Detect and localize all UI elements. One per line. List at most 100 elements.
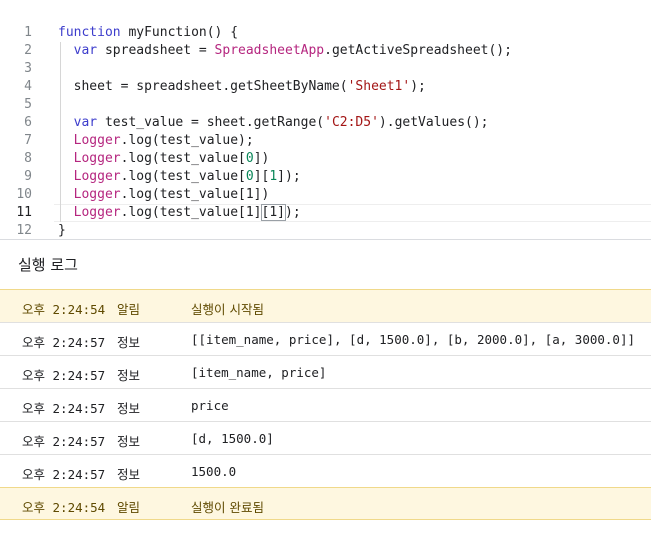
log-level: 알림: [117, 302, 141, 317]
log-message: 1500.0: [191, 464, 237, 479]
code-token: Logger: [73, 133, 121, 148]
code-line[interactable]: 4 sheet = spreadsheet.getSheetByName('Sh…: [0, 78, 651, 96]
log-message: 실행이 완료됨: [191, 500, 264, 515]
code-token: SpreadsheetApp: [214, 43, 325, 58]
code-token: [1]: [260, 204, 287, 221]
log-message: price: [191, 398, 229, 413]
code-text: function myFunction() {: [58, 24, 238, 42]
code-token: }: [58, 223, 66, 238]
code-text: Logger.log(test_value[0][1]);: [58, 168, 301, 186]
code-token: Logger: [73, 205, 121, 220]
code-token: test_value = sheet.getRange(: [97, 115, 325, 130]
code-token: 'C2:D5': [324, 115, 379, 130]
log-level: 정보: [117, 434, 141, 449]
code-line[interactable]: 5: [0, 96, 651, 114]
execution-log-title: 실행 로그: [18, 256, 78, 274]
log-time: 오후 2:24:54: [22, 500, 106, 515]
code-token: ).getValues();: [378, 115, 489, 130]
code-token: .log(test_value[1]): [120, 187, 270, 202]
line-number: 3: [24, 61, 32, 76]
code-token: sheet = spreadsheet.getSheetByName(: [58, 79, 348, 94]
log-time: 오후 2:24:57: [22, 434, 106, 449]
code-token: 1: [269, 169, 278, 184]
code-line[interactable]: 10 Logger.log(test_value[1]): [0, 186, 651, 204]
code-text: sheet = spreadsheet.getSheetByName('Shee…: [58, 78, 426, 96]
log-row: 오후 2:24:54 알림 실행이 시작됨: [0, 289, 651, 322]
line-number: 9: [24, 169, 32, 184]
log-time: 오후 2:24:57: [22, 335, 106, 350]
code-text: Logger.log(test_value[1]): [58, 186, 270, 204]
code-token: var: [73, 115, 98, 130]
log-row: 오후 2:24:57 정보 1500.0: [0, 454, 651, 487]
code-token: );: [285, 205, 301, 220]
line-number: 11: [16, 205, 32, 220]
log-time: 오후 2:24:54: [22, 302, 106, 317]
code-token: Logger: [73, 151, 121, 166]
code-token: ][: [253, 169, 270, 184]
log-time: 오후 2:24:57: [22, 401, 106, 416]
log-row: 오후 2:24:57 정보 [[item_name, price], [d, 150…: [0, 322, 651, 355]
code-line[interactable]: 6 var test_value = sheet.getRange('C2:D5…: [0, 114, 651, 132]
code-line[interactable]: 9 Logger.log(test_value[0][1]);: [0, 168, 651, 186]
code-token: 'Sheet1': [347, 79, 411, 94]
code-editor[interactable]: 1 function myFunction() {2 var spreadshee…: [0, 0, 651, 240]
code-line[interactable]: 1 function myFunction() {: [0, 24, 651, 42]
log-message: [item_name, price]: [191, 365, 327, 380]
code-text: var test_value = sheet.getRange('C2:D5')…: [58, 114, 489, 132]
log-row: 오후 2:24:57 정보 [d, 1500.0]: [0, 421, 651, 454]
code-text: }: [58, 222, 66, 240]
log-level: 정보: [117, 467, 141, 482]
code-token: ]): [253, 151, 270, 166]
log-level: 정보: [117, 335, 141, 350]
code-line[interactable]: 8 Logger.log(test_value[0]): [0, 150, 651, 168]
line-number: 2: [24, 43, 32, 58]
code-token: 0: [245, 169, 254, 184]
code-text: Logger.log(test_value[0]): [58, 150, 270, 168]
code-token: .log(test_value[: [120, 169, 246, 184]
code-line[interactable]: 2 var spreadsheet = SpreadsheetApp.getAc…: [0, 42, 651, 60]
line-number: 7: [24, 133, 32, 148]
log-time: 오후 2:24:57: [22, 368, 106, 383]
log-row: 오후 2:24:57 정보 [item_name, price]: [0, 355, 651, 388]
code-token: ]);: [277, 169, 301, 184]
code-token: .getActiveSpreadsheet();: [324, 43, 512, 58]
log-message: 실행이 시작됨: [191, 302, 264, 317]
log-level: 알림: [117, 500, 141, 515]
line-number: 4: [24, 79, 32, 94]
code-token: 0: [245, 151, 254, 166]
line-number: 8: [24, 151, 32, 166]
code-token: .log(test_value[: [120, 151, 246, 166]
code-token: .log(test_value);: [120, 133, 254, 148]
code-text: Logger.log(test_value);: [58, 132, 254, 150]
log-time: 오후 2:24:57: [22, 467, 106, 482]
line-number: 10: [16, 187, 32, 202]
log-row: 오후 2:24:54 알림 실행이 완료됨: [0, 487, 651, 520]
log-row: 오후 2:24:57 정보 price: [0, 388, 651, 421]
line-number: 6: [24, 115, 32, 130]
log-level: 정보: [117, 401, 141, 416]
code-token: Logger: [73, 169, 121, 184]
line-number: 5: [24, 97, 32, 112]
indent-guide: [60, 60, 61, 78]
code-line[interactable]: 7 Logger.log(test_value);: [0, 132, 651, 150]
log-message: [[item_name, price], [d, 1500.0], [b, 20…: [191, 332, 636, 347]
indent-guide: [60, 96, 61, 114]
log-message: [d, 1500.0]: [191, 431, 274, 446]
code-text: Logger.log(test_value[1][1]);: [58, 204, 301, 222]
code-line[interactable]: 12}: [0, 222, 651, 240]
code-token: .log(test_value[1]: [120, 205, 262, 220]
code-token: myFunction() {: [120, 25, 239, 40]
code-text: var spreadsheet = SpreadsheetApp.getActi…: [58, 42, 512, 60]
code-token: );: [410, 79, 426, 94]
execution-log-list: 오후 2:24:54 알림 실행이 시작됨오후 2:24:57 정보 [[item_na…: [0, 289, 651, 520]
code-line[interactable]: 3: [0, 60, 651, 78]
code-line[interactable]: 11 Logger.log(test_value[1][1]);: [0, 204, 651, 222]
line-number: 1: [24, 25, 32, 40]
